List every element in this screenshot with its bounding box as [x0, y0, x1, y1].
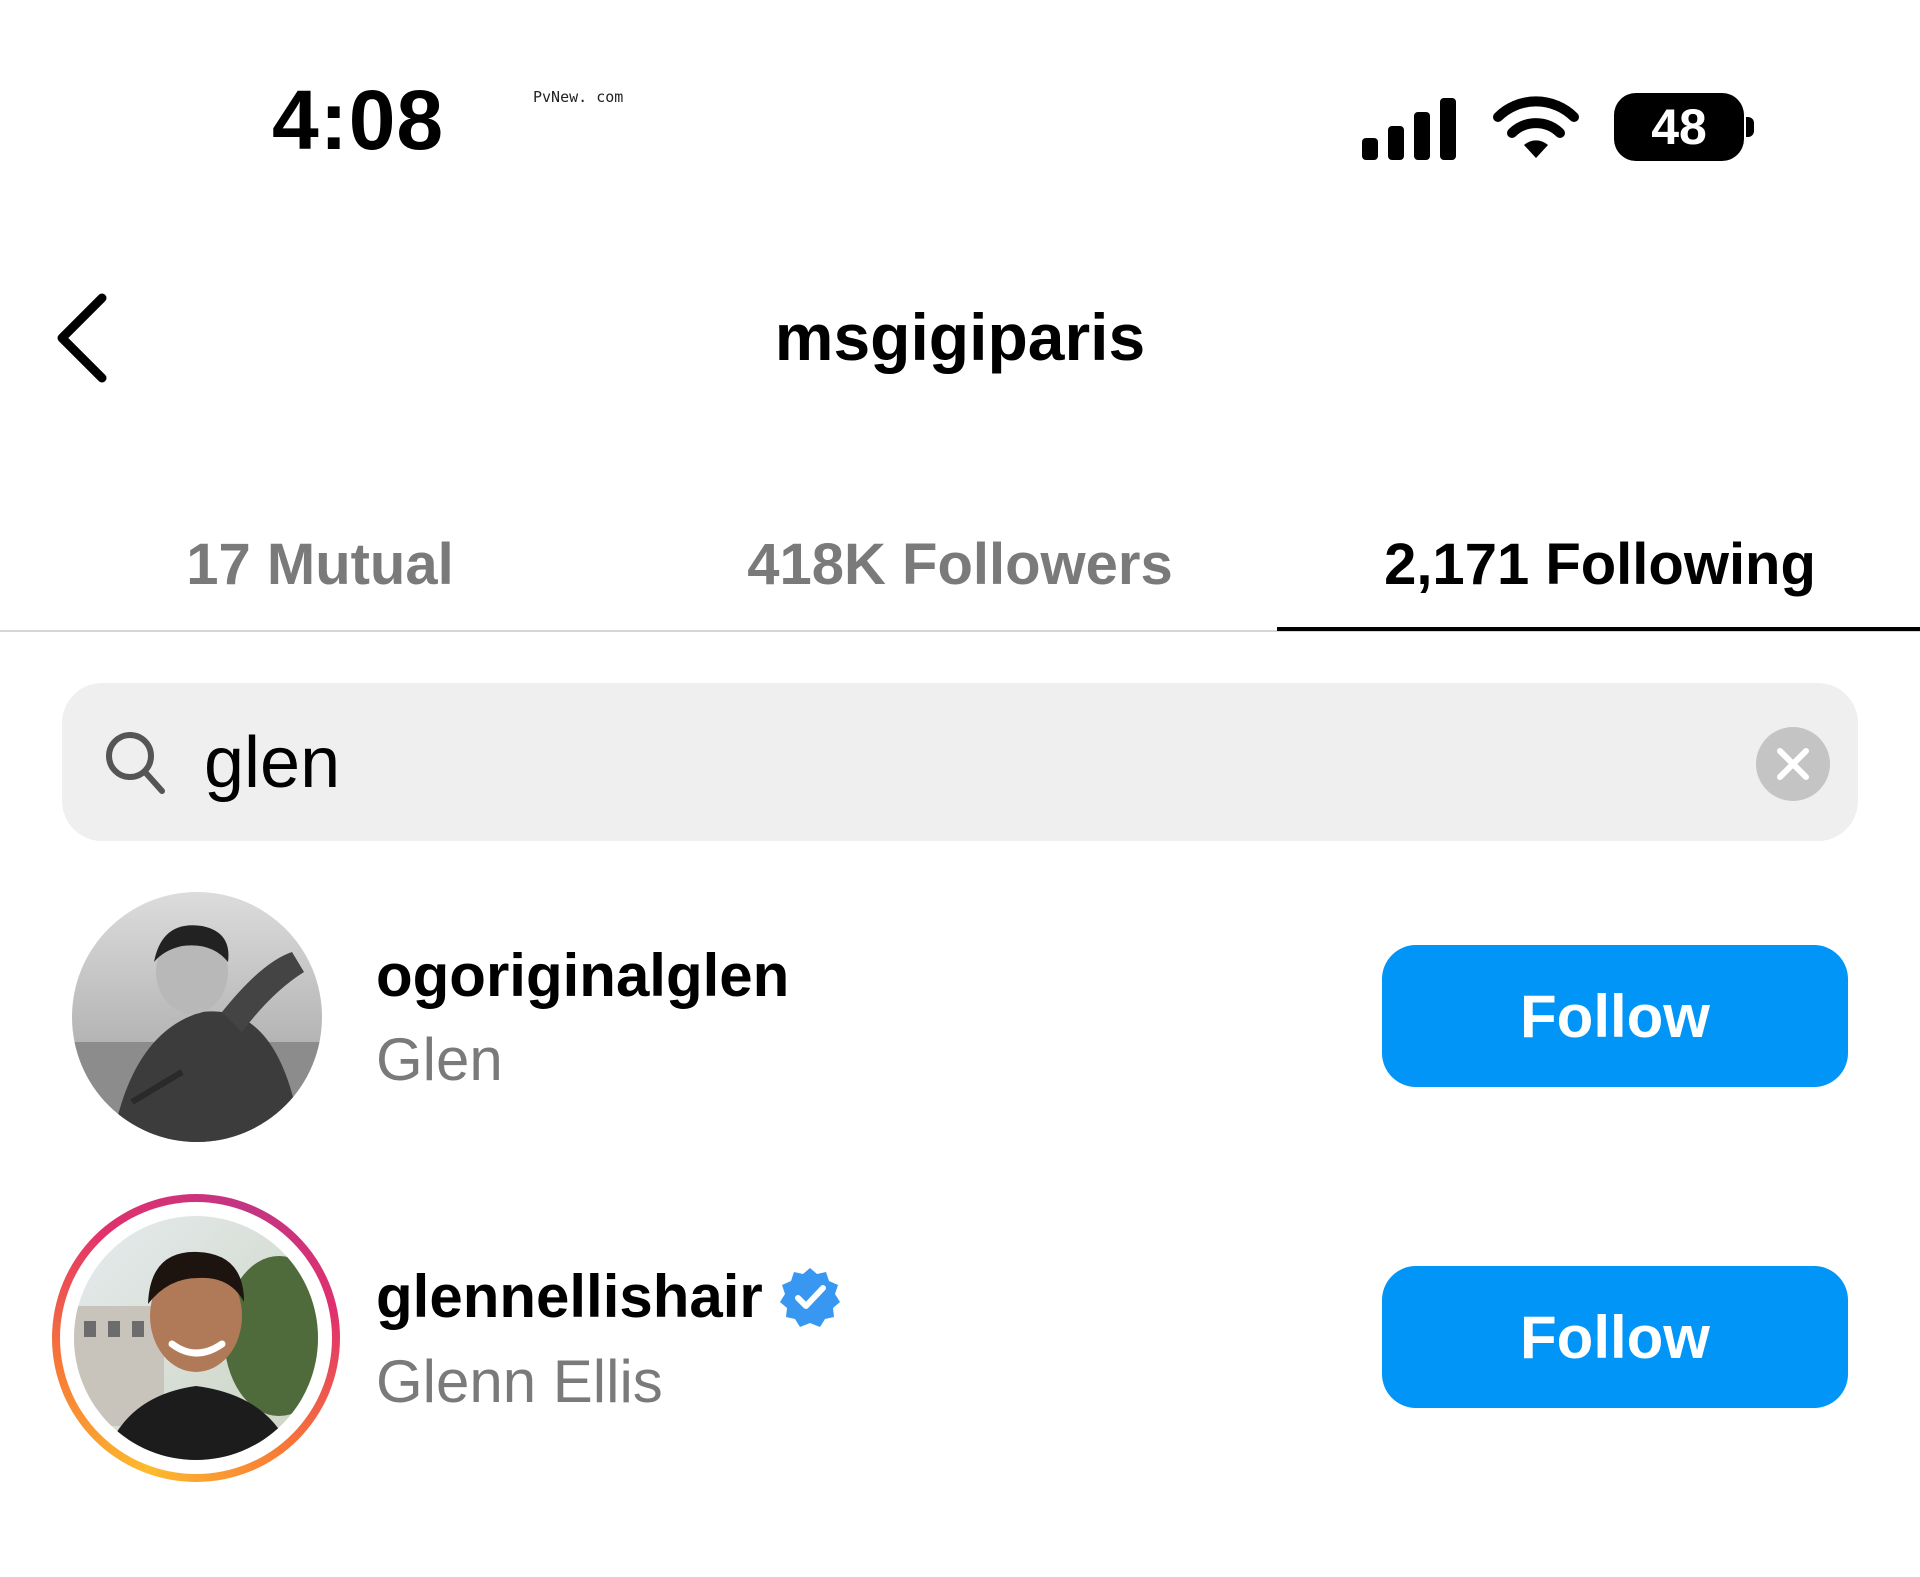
tab-following[interactable]: 2,171 Following: [1280, 498, 1920, 630]
result-username-row: glennellishair: [376, 1266, 841, 1328]
result-full-name: Glenn Ellis: [376, 1348, 663, 1415]
page-title: msgigiparis: [774, 300, 1146, 374]
result-username[interactable]: ogoriginalglen: [376, 946, 789, 1006]
wifi-icon: [1493, 96, 1579, 158]
avatar-photo: [72, 892, 322, 1142]
result-username[interactable]: glennellishair: [376, 1267, 763, 1327]
battery-icon: 48: [1614, 93, 1744, 161]
tab-mutual[interactable]: 17 Mutual: [0, 498, 640, 630]
follow-button[interactable]: Follow: [1382, 1266, 1848, 1408]
avatar[interactable]: [72, 892, 322, 1142]
clear-search-button[interactable]: [1756, 727, 1830, 801]
search-input[interactable]: [204, 708, 1704, 818]
result-full-name: Glen: [376, 1026, 503, 1093]
avatar-photo: [74, 1216, 318, 1460]
watermark-text: PvNew. com: [533, 88, 624, 106]
active-tab-indicator: [1277, 627, 1920, 631]
avatar[interactable]: [74, 1216, 318, 1460]
tab-bar: 17 Mutual 418K Followers 2,171 Following: [0, 498, 1920, 630]
verified-badge-icon: [779, 1268, 840, 1327]
follow-button[interactable]: Follow: [1382, 945, 1848, 1087]
status-time: 4:08: [272, 73, 445, 167]
battery-level: 48: [1651, 99, 1707, 155]
battery-nub: [1746, 117, 1754, 137]
close-icon: [1777, 748, 1809, 780]
signal-icon: [1362, 98, 1456, 160]
tab-followers[interactable]: 418K Followers: [640, 498, 1280, 630]
search-icon: [106, 732, 165, 794]
